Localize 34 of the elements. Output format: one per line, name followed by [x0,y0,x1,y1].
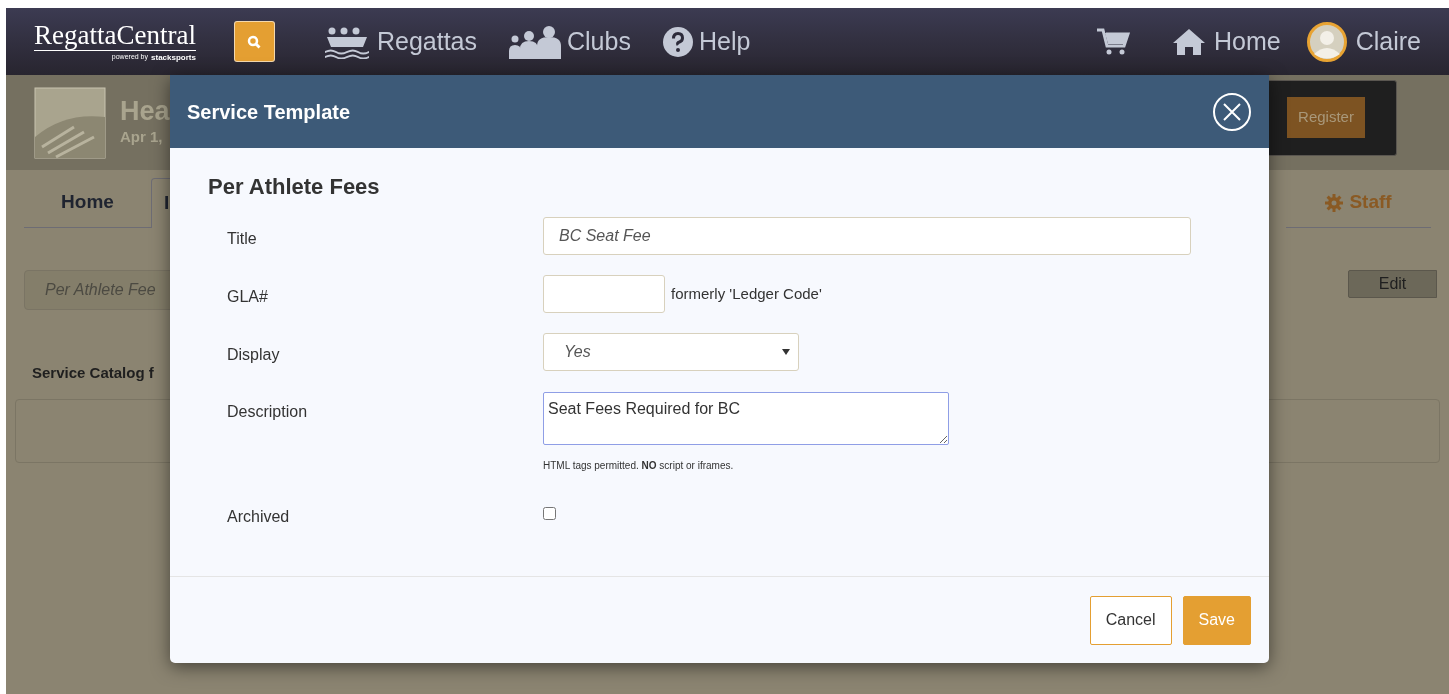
field-label: Display [226,345,281,365]
caret-icon [782,349,790,355]
modal-title: Service Template [187,99,351,125]
user-menu[interactable]: Claire [1306,21,1421,62]
field-label: Description [226,402,309,422]
field-hint: formerly 'Ledger Code' [671,283,822,304]
help-text: HTML tags permitted. NO script or iframes. [543,459,735,473]
home-link[interactable]: Home [1172,22,1281,61]
archived-checkbox[interactable] [543,507,556,520]
nav-link[interactable]: Regattas [322,22,477,61]
field-label: GLA# [226,287,269,307]
title-field[interactable]: BC Seat Fee [543,217,1191,255]
help-icon [662,26,693,57]
avatar-icon [1306,21,1347,62]
logo-brand: stacksports [151,51,196,64]
section-heading: Per Athlete Fees [208,173,381,201]
search-button[interactable] [233,21,275,62]
display-select[interactable]: Yes [543,333,799,371]
gear-icon [1325,193,1344,212]
home-icon [1172,27,1206,56]
search-icon [247,34,262,49]
code-field[interactable] [543,275,665,313]
description-field[interactable]: Seat Fees Required for BC [543,392,949,445]
field-label: Archived [226,507,291,527]
people-icon [509,24,561,59]
close-icon[interactable] [1212,91,1252,132]
tab[interactable]: Home [24,178,151,228]
logo-text[interactable]: RegattaCentral [34,19,196,51]
cart-icon[interactable] [1096,26,1130,57]
cancel-button[interactable]: Cancel [1089,595,1172,645]
nav-link[interactable]: Help [662,22,751,61]
section-title: Service Catalog f [32,363,155,383]
nav-link[interactable]: Clubs [509,22,631,61]
field-label: Title [226,229,258,249]
